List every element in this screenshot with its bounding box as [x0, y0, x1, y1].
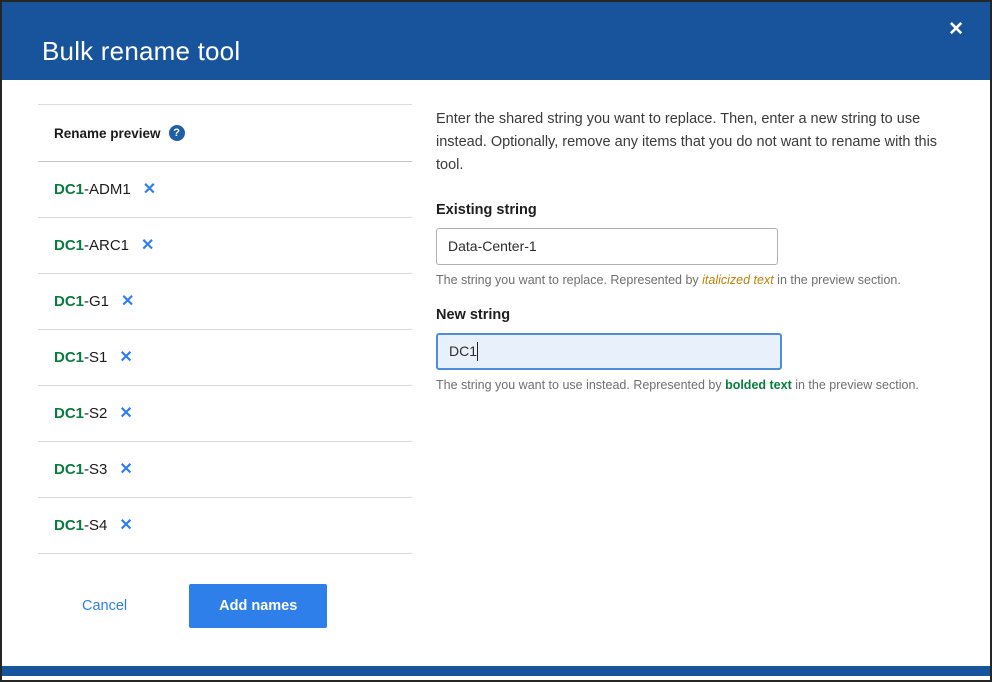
modal-title: Bulk rename tool	[42, 36, 240, 67]
item-name-bold: DC1	[54, 237, 84, 254]
item-name: DC1-ADM1	[54, 181, 131, 198]
item-name-suffix: -S4	[84, 517, 107, 534]
rename-preview-title: Rename preview	[54, 126, 161, 141]
modal-body: Rename preview ? DC1-ADM1 ✕ DC1-ARC1 ✕ D…	[2, 80, 990, 666]
existing-string-label: Existing string	[436, 202, 954, 218]
item-name-bold: DC1	[54, 517, 84, 534]
remove-item-icon[interactable]: ✕	[141, 238, 154, 254]
item-name-suffix: -ARC1	[84, 237, 129, 254]
help-prefix: The string you want to replace. Represen…	[436, 273, 702, 287]
item-name-suffix: -G1	[84, 293, 109, 310]
new-string-wrap	[436, 333, 782, 370]
modal-actions: Cancel Add names	[38, 584, 412, 628]
add-names-button[interactable]: Add names	[189, 584, 327, 628]
existing-string-help: The string you want to replace. Represen…	[436, 273, 954, 287]
help-icon[interactable]: ?	[169, 125, 185, 141]
new-string-input[interactable]	[436, 333, 782, 370]
modal-header: Bulk rename tool ✕	[2, 2, 990, 80]
item-name-bold: DC1	[54, 349, 84, 366]
item-name-suffix: -ADM1	[84, 181, 131, 198]
item-name: DC1-ARC1	[54, 237, 129, 254]
new-string-help: The string you want to use instead. Repr…	[436, 378, 954, 392]
item-name-suffix: -S3	[84, 461, 107, 478]
list-item: DC1-ARC1 ✕	[38, 218, 412, 274]
cancel-button[interactable]: Cancel	[82, 598, 127, 614]
bulk-rename-modal: Bulk rename tool ✕ Rename preview ? DC1-…	[0, 0, 992, 682]
instructions-text: Enter the shared string you want to repl…	[436, 108, 946, 178]
rename-preview-list: Rename preview ? DC1-ADM1 ✕ DC1-ARC1 ✕ D…	[38, 104, 412, 554]
remove-item-icon[interactable]: ✕	[119, 350, 132, 366]
close-icon[interactable]: ✕	[944, 16, 968, 43]
remove-item-icon[interactable]: ✕	[119, 462, 132, 478]
item-name: DC1-S3	[54, 461, 107, 478]
bolded-text-sample: bolded text	[725, 378, 792, 392]
item-name-suffix: -S1	[84, 349, 107, 366]
italicized-text-sample: italicized text	[702, 273, 774, 287]
form-column: Enter the shared string you want to repl…	[436, 104, 954, 666]
list-item: DC1-ADM1 ✕	[38, 162, 412, 218]
remove-item-icon[interactable]: ✕	[119, 406, 132, 422]
new-string-label: New string	[436, 307, 954, 323]
help-prefix: The string you want to use instead. Repr…	[436, 378, 725, 392]
list-item: DC1-S1 ✕	[38, 330, 412, 386]
item-name-bold: DC1	[54, 405, 84, 422]
item-name-bold: DC1	[54, 181, 84, 198]
rename-preview-header: Rename preview ?	[38, 105, 412, 162]
item-name: DC1-G1	[54, 293, 109, 310]
item-name-bold: DC1	[54, 461, 84, 478]
item-name-suffix: -S2	[84, 405, 107, 422]
remove-item-icon[interactable]: ✕	[119, 518, 132, 534]
item-name: DC1-S4	[54, 517, 107, 534]
help-suffix: in the preview section.	[792, 378, 919, 392]
item-name: DC1-S2	[54, 405, 107, 422]
list-item: DC1-S4 ✕	[38, 498, 412, 554]
text-cursor	[477, 342, 478, 361]
remove-item-icon[interactable]: ✕	[121, 294, 134, 310]
preview-column: Rename preview ? DC1-ADM1 ✕ DC1-ARC1 ✕ D…	[38, 104, 412, 666]
list-item: DC1-G1 ✕	[38, 274, 412, 330]
existing-string-input[interactable]	[436, 228, 778, 265]
existing-string-wrap	[436, 228, 778, 265]
list-item: DC1-S2 ✕	[38, 386, 412, 442]
remove-item-icon[interactable]: ✕	[143, 182, 156, 198]
list-item: DC1-S3 ✕	[38, 442, 412, 498]
bottom-accent-bar	[2, 666, 990, 676]
help-suffix: in the preview section.	[774, 273, 901, 287]
item-name-bold: DC1	[54, 293, 84, 310]
item-name: DC1-S1	[54, 349, 107, 366]
